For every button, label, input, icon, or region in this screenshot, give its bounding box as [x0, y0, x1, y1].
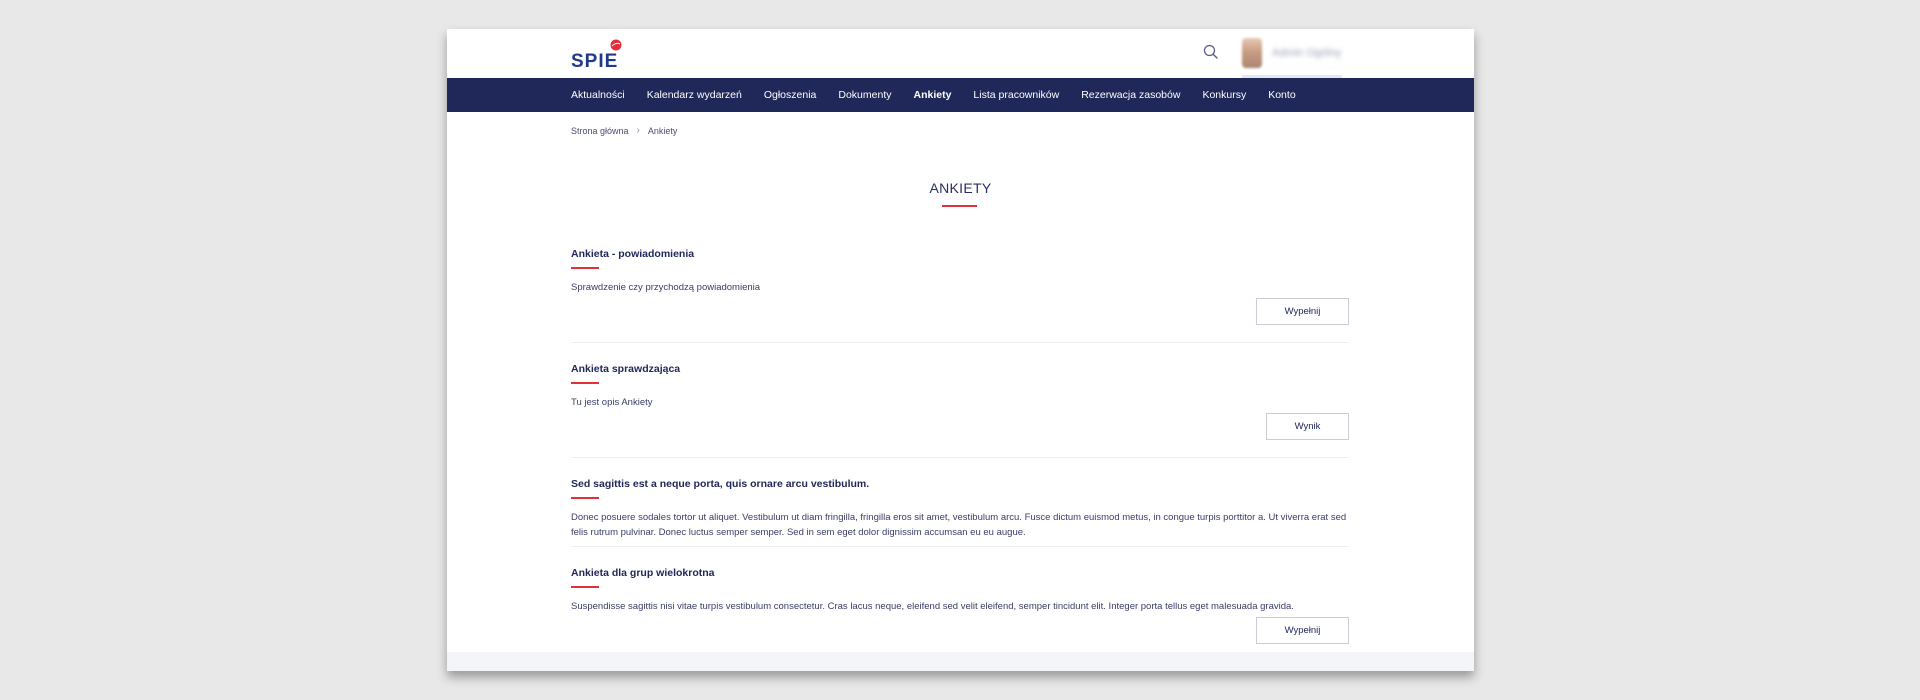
survey-item: Ankieta dla grup wielokrotna Suspendisse…: [571, 567, 1349, 614]
nav-item-rezerwacja[interactable]: Rezerwacja zasobów: [1081, 89, 1180, 101]
user-underline: [1242, 75, 1342, 78]
spie-logo[interactable]: SPIE: [571, 38, 637, 72]
avatar: [1242, 38, 1262, 68]
nav-item-ankiety[interactable]: Ankiety: [913, 89, 951, 101]
survey-description: Sprawdzenie czy przychodzą powiadomienia: [571, 281, 761, 293]
survey-item: Sed sagittis est a neque porta, quis orn…: [571, 478, 1349, 541]
site-header: SPIE Admin Ogólny: [447, 29, 1474, 78]
survey-title[interactable]: Ankieta sprawdzająca: [571, 363, 1349, 376]
divider: [571, 546, 1349, 547]
spie-logo-graphic: SPIE: [571, 39, 622, 72]
survey-title-underline: [571, 382, 599, 384]
title-underline: [942, 205, 977, 207]
logo-wordmark: SPIE: [571, 51, 618, 70]
nav-item-lista-pracownikow[interactable]: Lista pracowników: [973, 89, 1059, 101]
divider: [571, 342, 1349, 343]
nav-item-kalendarz[interactable]: Kalendarz wydarzeń: [647, 89, 742, 101]
nav-item-ogloszenia[interactable]: Ogłoszenia: [764, 89, 817, 101]
nav-item-aktualnosci[interactable]: Aktualności: [571, 89, 625, 101]
page-title: ANKIETY: [929, 180, 992, 196]
search-icon: [1203, 44, 1218, 59]
survey-description: Tu jest opis Ankiety: [571, 396, 653, 408]
result-button[interactable]: Wynik: [1266, 413, 1349, 440]
survey-title-underline: [571, 497, 599, 499]
page-container: SPIE Admin Ogólny Aktualności Kalendarz …: [447, 29, 1474, 671]
divider: [571, 457, 1349, 458]
user-name: Admin Ogólny: [1272, 47, 1342, 59]
survey-title-underline: [571, 586, 599, 588]
footer-strip: [447, 652, 1474, 671]
survey-title[interactable]: Sed sagittis est a neque porta, quis orn…: [571, 478, 1349, 491]
nav-item-konto[interactable]: Konto: [1268, 89, 1295, 101]
survey-title[interactable]: Ankieta dla grup wielokrotna: [571, 567, 1349, 580]
nav-item-konkursy[interactable]: Konkursy: [1202, 89, 1246, 101]
survey-description: Donec posuere sodales tortor ut aliquet.…: [571, 511, 1347, 539]
survey-title-underline: [571, 267, 599, 269]
chevron-right-icon: ›: [636, 125, 640, 136]
survey-item: Ankieta - powiadomienia Sprawdzenie czy …: [571, 248, 1349, 295]
fill-survey-button[interactable]: Wypełnij: [1256, 617, 1349, 644]
search-button[interactable]: [1202, 43, 1220, 61]
breadcrumb-home[interactable]: Strona główna: [571, 126, 629, 136]
fill-survey-button[interactable]: Wypełnij: [1256, 298, 1349, 325]
survey-description: Suspendisse sagittis nisi vitae turpis v…: [571, 600, 1294, 612]
breadcrumb-current: Ankiety: [647, 125, 678, 136]
nav-item-dokumenty[interactable]: Dokumenty: [838, 89, 891, 101]
main-nav: Aktualności Kalendarz wydarzeń Ogłoszeni…: [447, 78, 1474, 112]
breadcrumb: Strona główna › Ankiety: [571, 125, 677, 136]
user-menu[interactable]: Admin Ogólny: [1242, 37, 1341, 69]
survey-title[interactable]: Ankieta - powiadomienia: [571, 248, 1349, 261]
survey-item: Ankieta sprawdzająca Tu jest opis Ankiet…: [571, 363, 1349, 410]
